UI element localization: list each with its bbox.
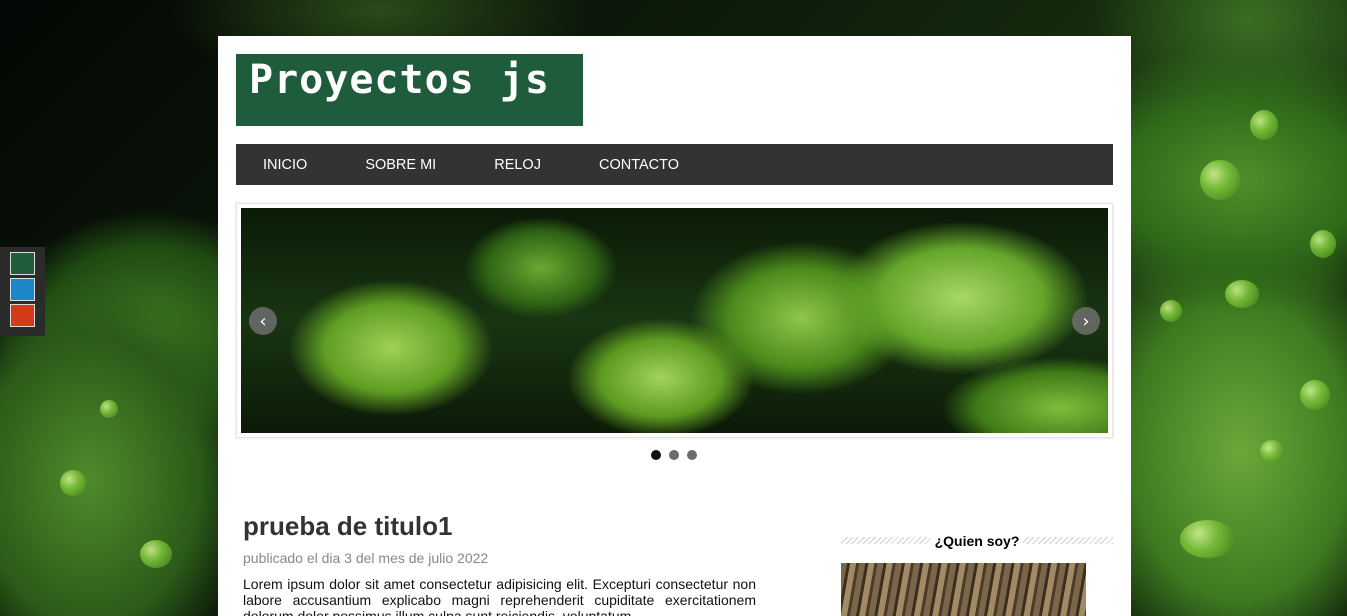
- post-body: Lorem ipsum dolor sit amet consectetur a…: [243, 576, 756, 616]
- main-nav: INICIO SOBRE MI RELOJ CONTACTO: [236, 144, 1113, 185]
- slider-pagination: [651, 450, 697, 460]
- page-container: Proyectos js INICIO SOBRE MI RELOJ CONTA…: [218, 36, 1131, 616]
- site-logo[interactable]: Proyectos js: [236, 54, 583, 126]
- slider-dot-2[interactable]: [669, 450, 679, 460]
- nav-item-sobre-mi[interactable]: SOBRE MI: [365, 157, 436, 173]
- nav-item-inicio[interactable]: INICIO: [263, 157, 307, 173]
- nav-item-reloj[interactable]: RELOJ: [494, 157, 541, 173]
- color-swatch-red[interactable]: [10, 304, 35, 327]
- widget-title-text: ¿Quien soy?: [930, 533, 1024, 549]
- color-swatch-green[interactable]: [10, 252, 35, 275]
- chevron-right-icon[interactable]: ›: [1072, 307, 1100, 335]
- post-meta: publicado el dia 3 del mes de julio 2022: [243, 550, 489, 566]
- color-switcher: [0, 247, 45, 336]
- blog-post: prueba de titulo1 publicado el dia 3 del…: [243, 511, 756, 616]
- slider-dot-3[interactable]: [687, 450, 697, 460]
- post-title[interactable]: prueba de titulo1: [243, 511, 756, 542]
- slider-dot-1[interactable]: [651, 450, 661, 460]
- color-swatch-blue[interactable]: [10, 278, 35, 301]
- nav-item-contacto[interactable]: CONTACTO: [599, 157, 679, 173]
- image-slider: ‹ ›: [236, 203, 1113, 438]
- about-image: [841, 563, 1086, 616]
- slide-image: ‹ ›: [241, 208, 1108, 433]
- widget-title: ¿Quien soy?: [841, 533, 1113, 549]
- chevron-left-icon[interactable]: ‹: [249, 307, 277, 335]
- sidebar-widget-about: ¿Quien soy?: [841, 533, 1113, 616]
